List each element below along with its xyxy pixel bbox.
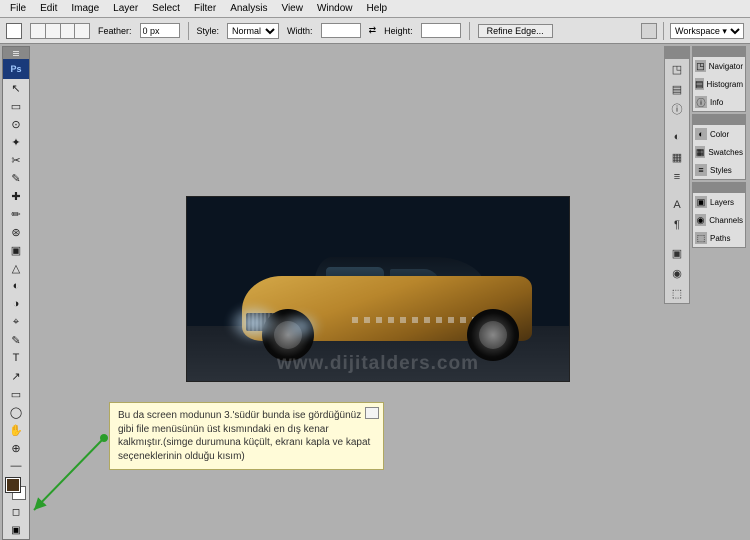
- menu-analysis[interactable]: Analysis: [224, 2, 273, 15]
- hand-tool[interactable]: ⊕: [3, 439, 29, 457]
- brush-tool[interactable]: ✏: [3, 205, 29, 223]
- style-select[interactable]: Normal: [227, 23, 279, 39]
- eyedropper-tool[interactable]: ✋: [3, 421, 29, 439]
- quickmask-toggle[interactable]: ◻: [3, 503, 29, 521]
- foreground-color[interactable]: [6, 478, 20, 492]
- panel-group-2: ◐Color ▦Swatches ≡Styles: [692, 114, 746, 180]
- character-icon[interactable]: A: [665, 195, 689, 215]
- menu-window[interactable]: Window: [311, 2, 359, 15]
- blur-tool[interactable]: ◑: [3, 295, 29, 313]
- histogram-icon[interactable]: ▤: [665, 79, 689, 99]
- annotation-arrow: [26, 432, 111, 517]
- wand-tool[interactable]: ✦: [3, 133, 29, 151]
- dodge-tool[interactable]: ⌖: [3, 313, 29, 331]
- gradient-tool[interactable]: ◐: [3, 277, 29, 295]
- type-tool[interactable]: T: [3, 349, 29, 367]
- panel-group-3: ▣Layers ◉Channels ⬚Paths: [692, 182, 746, 248]
- panel-paths[interactable]: ⬚Paths: [693, 229, 745, 247]
- menu-file[interactable]: File: [4, 2, 32, 15]
- move-tool[interactable]: ↖: [3, 79, 29, 97]
- menu-view[interactable]: View: [275, 2, 309, 15]
- menu-image[interactable]: Image: [65, 2, 105, 15]
- slice-tool[interactable]: ✎: [3, 169, 29, 187]
- screenmode-toggle[interactable]: ▣: [3, 521, 29, 539]
- history-brush-tool[interactable]: ▣: [3, 241, 29, 259]
- panel-styles[interactable]: ≡Styles: [693, 161, 745, 179]
- swap-icon[interactable]: ⇄: [369, 25, 377, 36]
- info-icon[interactable]: ⓘ: [665, 99, 689, 119]
- channels-icon[interactable]: ◉: [665, 263, 689, 283]
- menu-select[interactable]: Select: [146, 2, 186, 15]
- shape-tool[interactable]: ▭: [3, 385, 29, 403]
- navigator-icon[interactable]: ◳: [665, 59, 689, 79]
- lasso-tool[interactable]: ⊙: [3, 115, 29, 133]
- style-label: Style:: [197, 26, 220, 36]
- menu-help[interactable]: Help: [361, 2, 394, 15]
- menu-layer[interactable]: Layer: [107, 2, 144, 15]
- feather-input[interactable]: [140, 23, 180, 38]
- refine-edge-button[interactable]: Refine Edge...: [478, 24, 553, 38]
- path-select-tool[interactable]: ↗: [3, 367, 29, 385]
- go-bridge-icon[interactable]: [641, 23, 657, 39]
- toolbox: Ps ↖ ▭ ⊙ ✦ ✂ ✎ ✚ ✏ ⊛ ▣ △ ◐ ◑ ⌖ ✎ T ↗ ▭ ◯…: [2, 46, 30, 540]
- pen-tool[interactable]: ✎: [3, 331, 29, 349]
- menu-edit[interactable]: Edit: [34, 2, 63, 15]
- panel-swatches[interactable]: ▦Swatches: [693, 143, 745, 161]
- zoom-tool[interactable]: —: [3, 457, 29, 475]
- document-canvas[interactable]: www.dijitalders.com: [186, 196, 570, 382]
- selection-mode-group[interactable]: [30, 23, 90, 39]
- stamp-tool[interactable]: ⊛: [3, 223, 29, 241]
- width-input[interactable]: [321, 23, 361, 38]
- tool-preset-icon[interactable]: [6, 23, 22, 39]
- workspace-select[interactable]: Workspace ▾: [670, 23, 744, 39]
- height-label: Height:: [384, 26, 413, 36]
- notes-tool[interactable]: ◯: [3, 403, 29, 421]
- color-icon[interactable]: ◐: [665, 127, 689, 147]
- panel-navigator[interactable]: ◳Navigator: [693, 57, 745, 75]
- panel-dock: ◳ ▤ ⓘ ◐ ▦ ≡ A ¶ ▣ ◉ ⬚ ◳Navigator ▤Histog…: [664, 46, 748, 304]
- panel-layers[interactable]: ▣Layers: [693, 193, 745, 211]
- options-bar: Feather: Style: Normal Width: ⇄ Height: …: [0, 18, 750, 44]
- heal-tool[interactable]: ✚: [3, 187, 29, 205]
- menu-filter[interactable]: Filter: [188, 2, 222, 15]
- eraser-tool[interactable]: △: [3, 259, 29, 277]
- height-input[interactable]: [421, 23, 461, 38]
- feather-label: Feather:: [98, 26, 132, 36]
- styles-icon[interactable]: ≡: [665, 167, 689, 187]
- color-swatch[interactable]: [3, 475, 29, 503]
- crop-tool[interactable]: ✂: [3, 151, 29, 169]
- width-label: Width:: [287, 26, 313, 36]
- layers-icon[interactable]: ▣: [665, 243, 689, 263]
- note-text: Bu da screen modunun 3.'südür bunda ise …: [118, 410, 370, 462]
- panel-icon-column: ◳ ▤ ⓘ ◐ ▦ ≡ A ¶ ▣ ◉ ⬚: [664, 46, 690, 304]
- toolbox-grip[interactable]: [3, 47, 29, 59]
- photoshop-logo-icon: Ps: [3, 59, 29, 79]
- panel-histogram[interactable]: ▤Histogram: [693, 75, 745, 93]
- marquee-tool[interactable]: ▭: [3, 97, 29, 115]
- tooltip-note: Bu da screen modunun 3.'südür bunda ise …: [109, 402, 384, 470]
- panel-channels[interactable]: ◉Channels: [693, 211, 745, 229]
- panel-grip[interactable]: [665, 47, 689, 59]
- panel-group-1: ◳Navigator ▤Histogram ⓘInfo: [692, 46, 746, 112]
- swatches-icon[interactable]: ▦: [665, 147, 689, 167]
- panel-info[interactable]: ⓘInfo: [693, 93, 745, 111]
- watermark-text: www.dijitalders.com: [187, 353, 569, 375]
- paragraph-icon[interactable]: ¶: [665, 215, 689, 235]
- menu-bar: File Edit Image Layer Select Filter Anal…: [0, 0, 750, 18]
- paths-icon[interactable]: ⬚: [665, 283, 689, 303]
- note-window-icon: [365, 407, 379, 419]
- panel-color[interactable]: ◐Color: [693, 125, 745, 143]
